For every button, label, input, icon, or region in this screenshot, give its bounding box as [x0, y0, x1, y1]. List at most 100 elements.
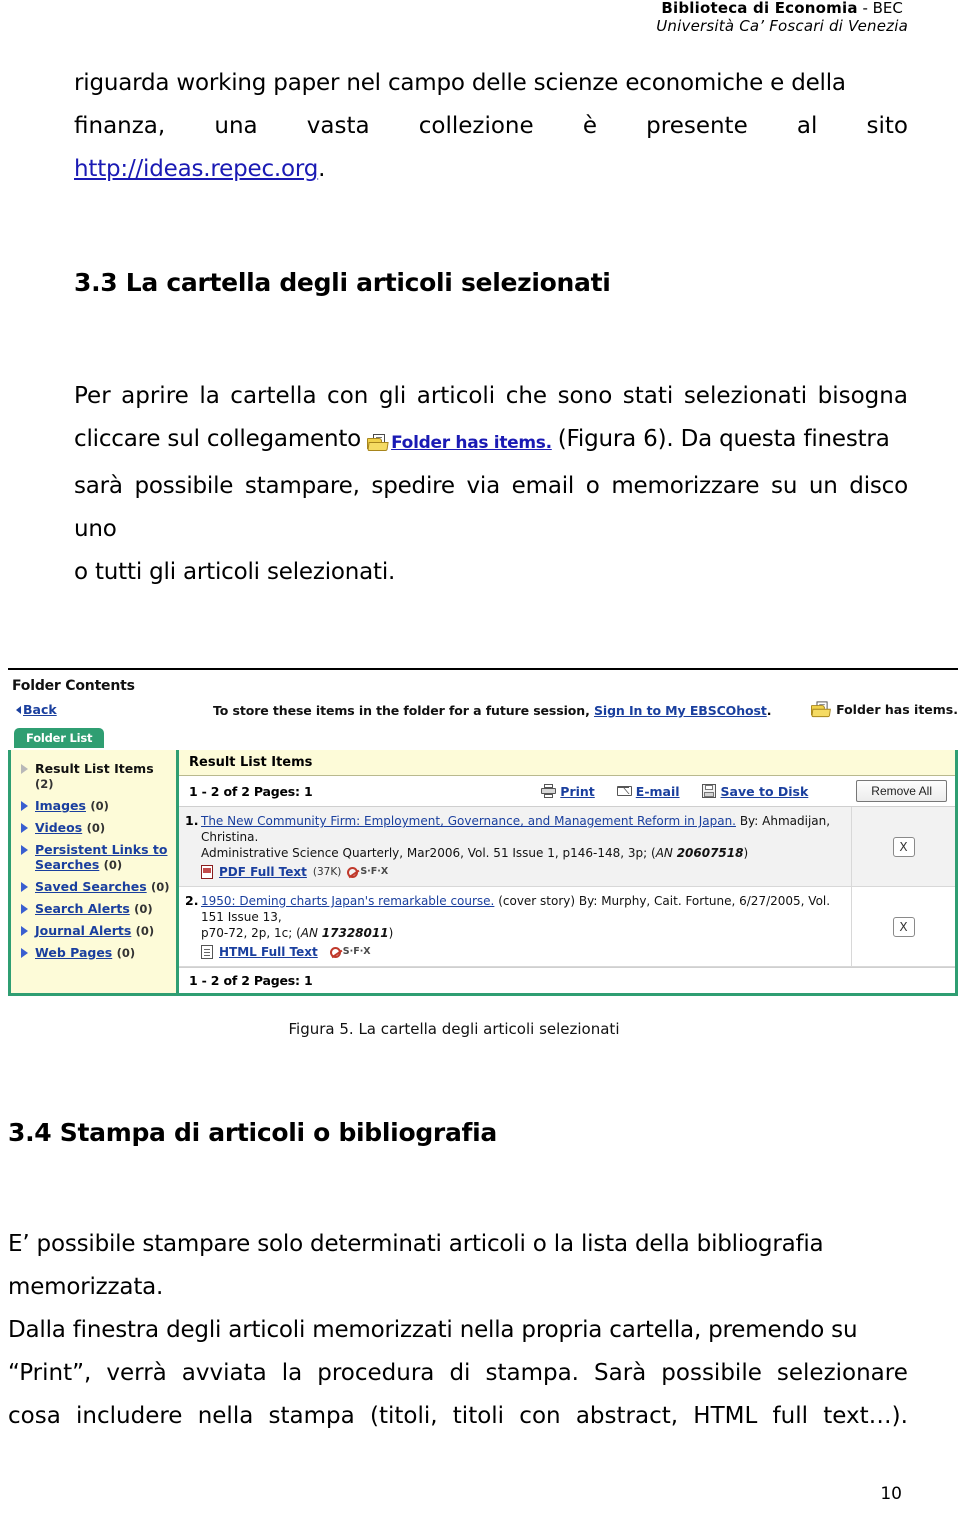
para-word: la: [281, 1360, 303, 1386]
email-button[interactable]: E-mail: [616, 783, 680, 799]
sidebar-item-count: (0): [135, 924, 155, 938]
intro-word: finanza,: [74, 113, 166, 139]
section-3-4-para1: E’ possibile stampare solo determinati a…: [8, 1231, 824, 1257]
print-button[interactable]: Print: [541, 784, 595, 799]
sidebar-item-count: (0): [151, 880, 170, 894]
intro-word: presente: [646, 113, 748, 139]
para-word: la: [199, 383, 220, 409]
toolbar-actions: Print E-mail Save to Disk Remove All: [541, 780, 947, 802]
sign-in-ebscohost-link[interactable]: Sign In to My EBSCOhost: [594, 703, 767, 718]
para-word: cosa: [8, 1403, 61, 1429]
folder-has-items-label: Folder has items.: [836, 701, 958, 717]
sidebar-item-count: (2): [35, 777, 54, 791]
sidebar-item-videos[interactable]: Videos (0): [15, 817, 172, 839]
record-fulltext-row: PDF Full Text (37K) S·F·X: [201, 864, 845, 880]
sidebar-item-result-list-items[interactable]: Result List Items (2): [15, 758, 172, 795]
intro-word: vasta: [306, 113, 370, 139]
section-3-4-para3: Dalla finestra degli articoli memorizzat…: [8, 1317, 858, 1343]
sidebar-item-persistent-links-to-searches[interactable]: Persistent Links to Searches (0): [15, 839, 172, 876]
para-word: cartella: [230, 383, 317, 409]
intro-word: una: [214, 113, 258, 139]
html-full-text-link[interactable]: HTML Full Text: [219, 944, 318, 960]
repec-url-link[interactable]: http://ideas.repec.org: [74, 156, 318, 182]
folder-has-items-link[interactable]: Folder has items.: [367, 422, 552, 465]
chevron-right-icon: [21, 882, 28, 892]
sidebar-item-search-alerts[interactable]: Search Alerts (0): [15, 898, 172, 920]
sidebar-item-label: Saved Searches: [35, 879, 147, 894]
para-word: con: [519, 1403, 561, 1429]
section-3-4-heading: 3.4 Stampa di articoli o bibliografia: [8, 1118, 497, 1147]
ebsco-folder-screenshot: Folder Contents Back To store these item…: [8, 668, 958, 996]
sidebar-item-count: (0): [90, 799, 109, 813]
para-word: bisogna: [817, 383, 908, 409]
header-institution-bold: Biblioteca di Economia: [661, 0, 858, 17]
pager-bottom: 1 - 2 of 2 Pages: 1: [179, 967, 955, 993]
sfx-icon: [347, 866, 359, 878]
sidebar-item-label: Search Alerts: [35, 901, 130, 916]
record-an-suffix: ): [743, 846, 749, 860]
chevron-right-icon: [21, 926, 28, 936]
back-link[interactable]: Back: [16, 702, 57, 717]
record-title-link[interactable]: 1950: Deming charts Japan's remarkable c…: [201, 894, 494, 908]
folder-icon: [811, 701, 831, 718]
tab-folder-list[interactable]: Folder List: [14, 728, 105, 748]
para-word: gli: [378, 383, 407, 409]
para-word: possibile: [661, 1360, 762, 1386]
section-3-3-para4: o tutti gli articoli selezionati.: [74, 558, 396, 585]
fulltext-size: (37K): [312, 866, 342, 878]
envelope-icon: [616, 784, 632, 798]
record-remove-cell: X: [851, 887, 955, 966]
sidebar-item-journal-alerts[interactable]: Journal Alerts (0): [15, 920, 172, 942]
remove-all-button[interactable]: Remove All: [856, 780, 947, 802]
folder-contents-title: Folder Contents: [12, 678, 135, 694]
para-word: stampa.: [485, 1360, 579, 1386]
floppy-disk-icon: [701, 784, 717, 798]
save-to-disk-label: Save to Disk: [720, 783, 809, 799]
sidebar-item-count: (0): [116, 946, 136, 960]
intro-word: collezione: [418, 113, 534, 139]
store-note-suffix: .: [766, 703, 772, 718]
para-word: aprire: [121, 383, 189, 409]
pdf-full-text-link[interactable]: PDF Full Text: [219, 864, 307, 880]
remove-record-button[interactable]: X: [892, 916, 915, 937]
chevron-right-icon: [21, 801, 28, 811]
sfx-button[interactable]: S·F·X: [347, 864, 388, 880]
record-title-link[interactable]: The New Community Firm: Employment, Gove…: [201, 814, 736, 828]
intro-url-line: http://ideas.repec.org.: [74, 148, 908, 191]
email-label: E-mail: [635, 783, 680, 799]
sidebar-item-label: Videos: [35, 820, 83, 835]
chevron-right-icon: [21, 764, 28, 774]
para-word: text…).: [823, 1403, 908, 1429]
header-institution-rest: - BEC: [857, 0, 903, 17]
back-arrow-icon: [16, 705, 21, 714]
section-3-3-para1-line1: Per aprire la cartella con gli articoli …: [74, 375, 908, 418]
chevron-right-icon: [21, 948, 28, 958]
folder-has-items-indicator[interactable]: Folder has items.: [811, 700, 958, 718]
pdf-icon: [201, 865, 213, 879]
chevron-right-icon: [21, 823, 28, 833]
record-an-value: 20607518: [676, 846, 744, 860]
para-word: articoli: [416, 383, 496, 409]
para-word: sono: [557, 383, 613, 409]
section-3-3-heading: 3.3 La cartella degli articoli seleziona…: [74, 268, 611, 297]
document-content: riguarda working paper nel campo delle s…: [74, 62, 908, 594]
para-word: verrà: [106, 1360, 167, 1386]
table-row: 2. 1950: Deming charts Japan's remarkabl…: [179, 887, 955, 967]
sidebar-item-saved-searches[interactable]: Saved Searches (0): [15, 876, 172, 898]
folder-tab-row: Folder List: [8, 728, 958, 748]
record-meta: The New Community Firm: Employment, Gove…: [201, 807, 851, 886]
para-word: nella: [197, 1403, 254, 1429]
screenshot-top-rule: [8, 668, 958, 670]
sidebar-item-web-pages[interactable]: Web Pages (0): [15, 942, 172, 964]
para-word: stati: [622, 383, 674, 409]
folder-icon: [367, 434, 389, 452]
section-3-3-para2: cliccare sul collegamento Folder has item…: [74, 418, 908, 465]
screenshot-topbar: Back To store these items in the folder …: [8, 700, 958, 728]
record-an-suffix: ): [388, 926, 394, 940]
sidebar-item-images[interactable]: Images (0): [15, 795, 172, 817]
remove-record-button[interactable]: X: [892, 836, 915, 857]
save-to-disk-button[interactable]: Save to Disk: [701, 783, 809, 799]
para-word: avviata: [181, 1360, 267, 1386]
para-word: (titoli,: [369, 1403, 438, 1429]
sfx-button[interactable]: S·F·X: [329, 944, 371, 960]
